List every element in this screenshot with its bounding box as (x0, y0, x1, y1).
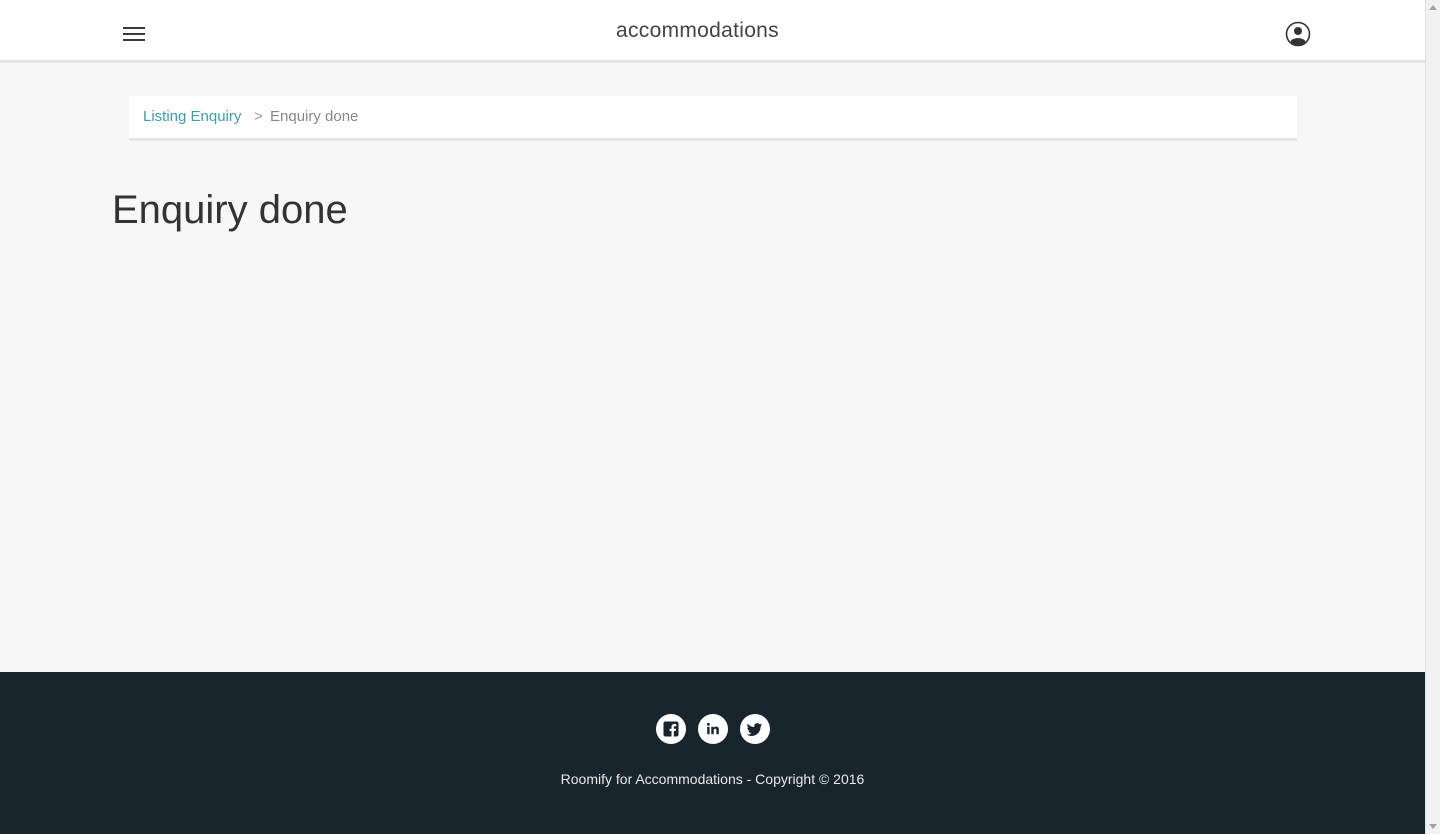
vertical-scrollbar[interactable] (1425, 0, 1440, 834)
footer: Roomify for Accommodations - Copyright ©… (0, 672, 1425, 834)
scroll-up-arrow-icon[interactable] (1429, 5, 1437, 10)
top-navbar: accommodations (0, 0, 1425, 63)
copyright-text: Roomify for Accommodations - Copyright ©… (560, 771, 865, 787)
breadcrumb-link-listing-enquiry[interactable]: Listing Enquiry (143, 108, 241, 125)
site-brand[interactable]: accommodations (0, 19, 1395, 43)
facebook-icon[interactable] (656, 714, 686, 744)
user-account-icon[interactable] (1285, 21, 1311, 47)
twitter-icon[interactable] (740, 714, 770, 744)
page-title: Enquiry done (112, 188, 348, 232)
linkedin-icon[interactable] (698, 714, 728, 744)
breadcrumb-current: Enquiry done (270, 108, 359, 125)
breadcrumb: Listing Enquiry > Enquiry done (129, 96, 1297, 141)
page: accommodations Listing Enquiry > Enquiry… (0, 0, 1440, 834)
breadcrumb-separator: > (254, 108, 263, 125)
scroll-down-arrow-icon[interactable] (1429, 824, 1437, 829)
